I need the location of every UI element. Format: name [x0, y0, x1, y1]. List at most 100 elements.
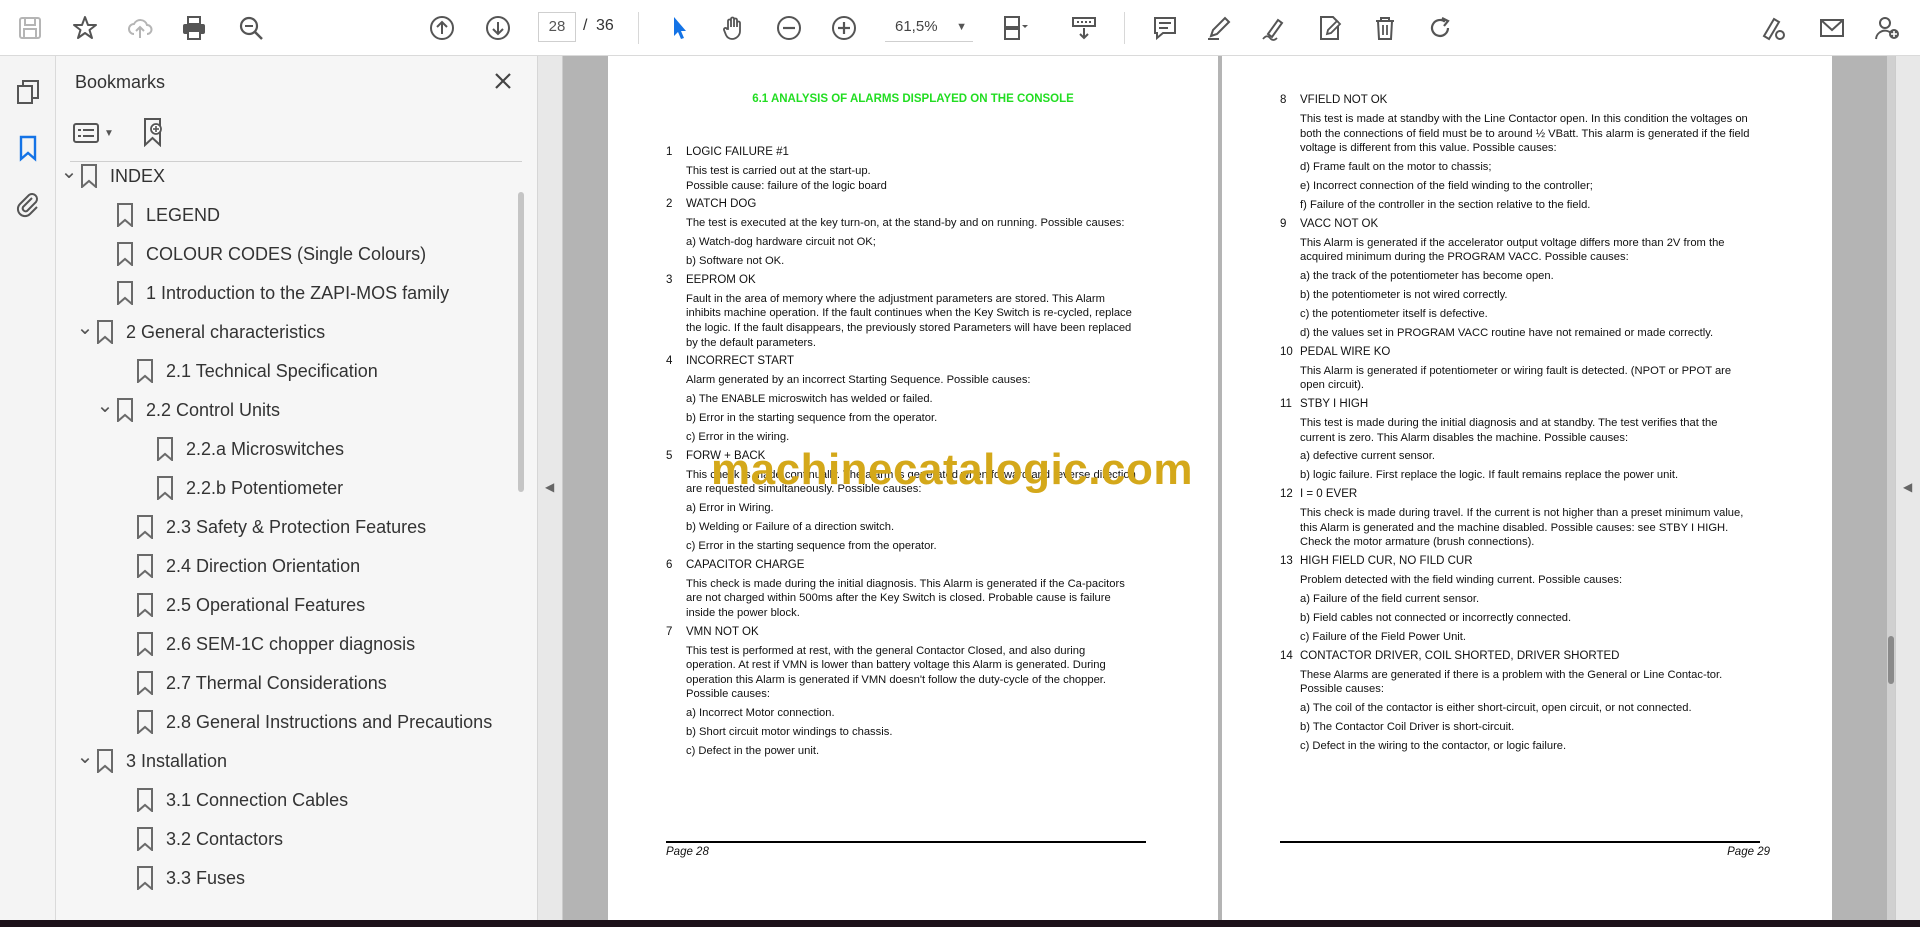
- document-scrollbar[interactable]: [1887, 56, 1895, 920]
- sign-icon[interactable]: [1256, 10, 1292, 46]
- page-footer: Page 28: [666, 846, 709, 858]
- bookmark-item[interactable]: ⌄ 3 Installation: [74, 744, 227, 778]
- bookmark-item[interactable]: 2.2.a Microswitches: [134, 432, 344, 466]
- bookmark-item[interactable]: 3.3 Fuses: [114, 861, 245, 895]
- attachments-icon[interactable]: [10, 186, 46, 222]
- bookmark-item[interactable]: 2.4 Direction Orientation: [114, 549, 360, 583]
- bookmark-icon: [136, 592, 156, 618]
- bookmark-label: 2.5 Operational Features: [166, 594, 366, 615]
- bookmark-star-icon[interactable]: [67, 10, 103, 46]
- highlight-pen-icon[interactable]: [1201, 10, 1237, 46]
- zoom-search-icon[interactable]: [233, 10, 269, 46]
- bookmark-icon: [136, 358, 156, 384]
- alarm-description: This Alarm is generated if the accelerat…: [1300, 236, 1725, 264]
- bookmark-item[interactable]: ⌄ 2 General characteristics: [74, 315, 325, 349]
- bookmark-icon: [96, 748, 116, 774]
- chevron-down-icon[interactable]: ⌄: [58, 162, 80, 182]
- alarm-title: LOGIC FAILURE #1: [686, 146, 789, 158]
- alarm-title: VMN NOT OK: [686, 625, 759, 638]
- bookmark-item[interactable]: 2.8 General Instructions and Precautions: [114, 705, 492, 739]
- alarm-heading: 8 VFIELD NOT OK: [1280, 93, 1750, 108]
- toolbar-divider: [1124, 12, 1125, 44]
- alarm-cause: b) Field cables not connected or incorre…: [1300, 611, 1572, 624]
- delete-icon[interactable]: [1367, 10, 1403, 46]
- alarm-description: This test is made during the initial dia…: [1300, 417, 1718, 444]
- collapse-left-icon: ◀: [545, 480, 555, 494]
- comment-icon[interactable]: [1147, 10, 1183, 46]
- page-down-icon[interactable]: [480, 10, 516, 46]
- alarm-cause: b) Welding or Failure of a direction swi…: [686, 520, 895, 533]
- alarm-heading: 12 I = 0 EVER: [1280, 487, 1750, 502]
- bookmark-item[interactable]: 2.5 Operational Features: [114, 588, 365, 622]
- page-fit-icon[interactable]: [997, 10, 1033, 46]
- new-bookmark-button[interactable]: [139, 116, 169, 148]
- bookmark-item[interactable]: LEGEND: [94, 198, 220, 232]
- save-icon[interactable]: [12, 10, 48, 46]
- alarm-title: EEPROM OK: [686, 273, 756, 286]
- alarm-number: 7: [666, 625, 673, 638]
- alarm-entry: 1 LOGIC FAILURE #1 This test is carried ou…: [666, 145, 1136, 193]
- alarm-cause: a) Watch-dog hardware circuit not OK;: [686, 235, 876, 248]
- bookmark-item[interactable]: ⌄ INDEX: [58, 162, 165, 193]
- page-number-input[interactable]: 28: [538, 12, 576, 42]
- footer-rule: [1280, 841, 1760, 843]
- chevron-down-icon[interactable]: ⌄: [74, 747, 96, 767]
- hand-tool-icon[interactable]: [716, 10, 752, 46]
- bookmark-item[interactable]: 2.6 SEM-1C chopper diagnosis: [114, 627, 415, 661]
- bookmark-label: 3.2 Contactors: [166, 828, 284, 849]
- page-up-icon[interactable]: [424, 10, 460, 46]
- chevron-down-icon: ▼: [104, 127, 114, 139]
- bookmark-item[interactable]: 2.7 Thermal Considerations: [114, 666, 387, 700]
- alarm-description: This Alarm is generated if potentiometer…: [1300, 364, 1732, 392]
- bookmarks-toolbar: ▼: [56, 104, 538, 162]
- edit-pdf-icon[interactable]: [1312, 10, 1348, 46]
- alarm-cause: b) Short circuit motor windings to chass…: [686, 725, 893, 738]
- document-scrollbar-thumb[interactable]: [1888, 636, 1894, 684]
- alarm-title: PEDAL WIRE KO: [1300, 345, 1391, 358]
- bookmark-icon: [136, 865, 156, 891]
- bookmark-item[interactable]: COLOUR CODES (Single Colours): [94, 237, 426, 271]
- page-thumbnails-icon[interactable]: [10, 74, 46, 110]
- alarm-cause: b) Software not OK.: [686, 254, 785, 267]
- alarm-entry: 8 VFIELD NOT OK This test is made at stand…: [1280, 93, 1750, 212]
- select-arrow-icon[interactable]: [661, 10, 697, 46]
- alarm-entry: 6 CAPACITOR CHARGE This check is made duri…: [666, 558, 1136, 621]
- rotate-icon[interactable]: [1422, 10, 1458, 46]
- right-panel-toggle[interactable]: ◀: [1895, 56, 1920, 920]
- chevron-down-icon[interactable]: ⌄: [74, 318, 96, 338]
- bookmark-item[interactable]: 3.1 Connection Cables: [114, 783, 348, 817]
- alarm-title: VACC NOT OK: [1300, 217, 1379, 230]
- bookmark-options-button[interactable]: ▼: [73, 118, 119, 148]
- bookmarks-icon[interactable]: [10, 130, 46, 166]
- zoom-in-icon[interactable]: [826, 10, 862, 46]
- share-link-icon[interactable]: [1755, 10, 1791, 46]
- bookmark-item[interactable]: 2.3 Safety & Protection Features: [114, 510, 426, 544]
- bookmark-item[interactable]: 2.2.b Potentiometer: [134, 471, 343, 505]
- alarm-entry: 13 HIGH FIELD CUR, NO FILD CUR Problem det…: [1280, 554, 1750, 644]
- scroll-mode-icon[interactable]: [1066, 10, 1102, 46]
- alarm-cause: f) Failure of the controller in the sect…: [1300, 198, 1591, 211]
- bookmark-icon: [136, 670, 156, 696]
- bookmarks-scrollbar[interactable]: [518, 192, 524, 492]
- add-bookmark-icon: [144, 118, 162, 147]
- left-panel-toggle[interactable]: ◀: [538, 56, 563, 920]
- bookmark-item[interactable]: 3.2 Contactors: [114, 822, 283, 856]
- print-icon[interactable]: [176, 10, 212, 46]
- alarm-heading: 11 STBY I HIGH: [1280, 397, 1750, 412]
- zoom-out-icon[interactable]: [771, 10, 807, 46]
- zoom-level-select[interactable]: 61,5% ▼: [885, 14, 973, 42]
- bookmark-label: COLOUR CODES (Single Colours): [146, 243, 427, 264]
- alarm-number: 1: [666, 146, 673, 158]
- alarm-cause: b) the potentiometer is not wired correc…: [1300, 288, 1508, 301]
- cloud-upload-icon[interactable]: [122, 10, 158, 46]
- bookmark-item[interactable]: ⌄ 2.2 Control Units: [94, 393, 280, 427]
- bookmark-item[interactable]: 1 Introduction to the ZAPI-MOS family: [94, 276, 449, 310]
- bookmark-item[interactable]: 2.1 Technical Specification: [114, 354, 378, 388]
- email-icon[interactable]: [1814, 10, 1850, 46]
- alarm-cause: c) Error in the starting sequence from t…: [686, 539, 937, 552]
- taskbar-strip: [0, 920, 1920, 927]
- account-icon[interactable]: [1869, 10, 1905, 46]
- chevron-down-icon[interactable]: ⌄: [94, 396, 116, 416]
- alarm-cause: a) the track of the potentiometer has be…: [1300, 269, 1554, 282]
- close-icon[interactable]: [488, 66, 518, 96]
